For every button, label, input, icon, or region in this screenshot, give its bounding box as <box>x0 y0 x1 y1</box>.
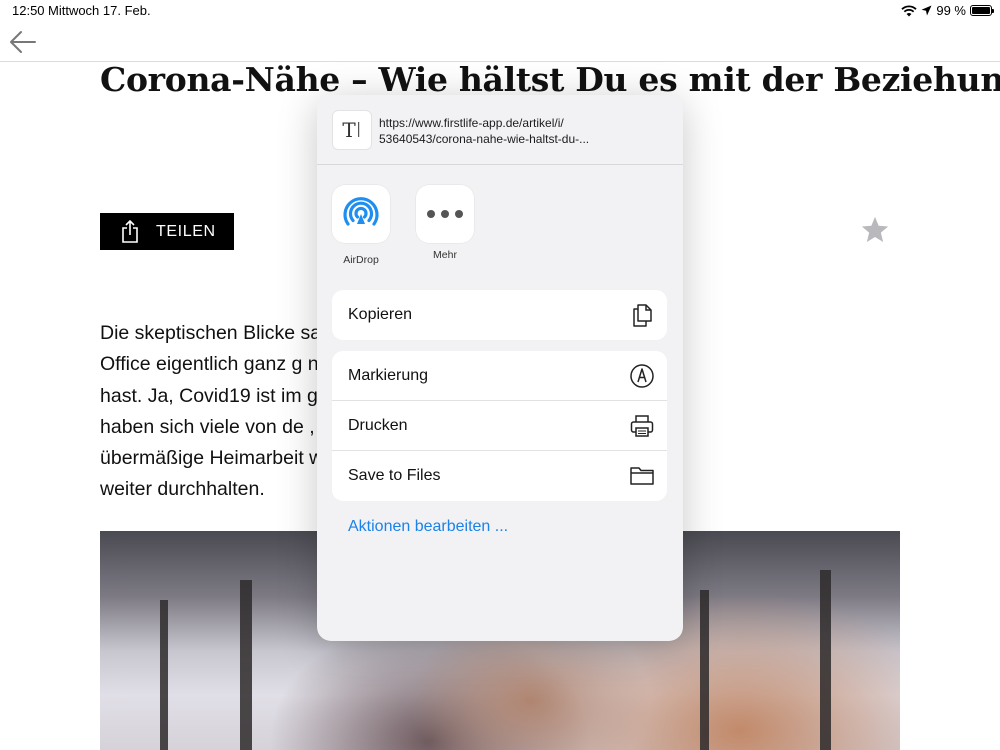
copy-icon <box>633 304 652 327</box>
copy-action[interactable]: Kopieren <box>332 290 667 340</box>
share-url-line: https://www.firstlife-app.de/artikel/i/ <box>379 116 564 130</box>
app-more[interactable]: Mehr <box>405 185 485 261</box>
action-label: Markierung <box>348 366 429 384</box>
app-label: AirDrop <box>343 254 379 266</box>
printer-icon <box>630 415 654 437</box>
app-label: Mehr <box>433 249 457 261</box>
copy-group: Kopieren <box>332 290 667 340</box>
edit-actions-link[interactable]: Aktionen bearbeiten ... <box>348 518 508 536</box>
actions-group: Markierung Drucken Save to Files <box>332 351 667 501</box>
folder-icon <box>630 467 654 485</box>
markup-action[interactable]: Markierung <box>332 351 667 401</box>
text-document-icon: TI <box>332 110 372 150</box>
more-icon <box>427 210 463 218</box>
share-url: https://www.firstlife-app.de/artikel/i/ … <box>379 115 669 147</box>
action-label: Kopieren <box>348 306 413 323</box>
action-label: Drucken <box>348 416 408 434</box>
action-label: Save to Files <box>348 467 441 484</box>
share-url-line: 53640543/corona-nahe-wie-haltst-du-... <box>379 132 590 146</box>
share-sheet-header: TI https://www.firstlife-app.de/artikel/… <box>317 95 683 165</box>
save-to-files-action[interactable]: Save to Files <box>332 451 667 501</box>
share-apps-row: AirDrop Mehr <box>317 185 683 275</box>
app-airdrop[interactable]: AirDrop <box>321 185 401 266</box>
markup-icon <box>630 364 654 388</box>
share-sheet: TI https://www.firstlife-app.de/artikel/… <box>317 95 683 641</box>
airdrop-icon <box>343 197 379 226</box>
print-action[interactable]: Drucken <box>332 401 667 451</box>
